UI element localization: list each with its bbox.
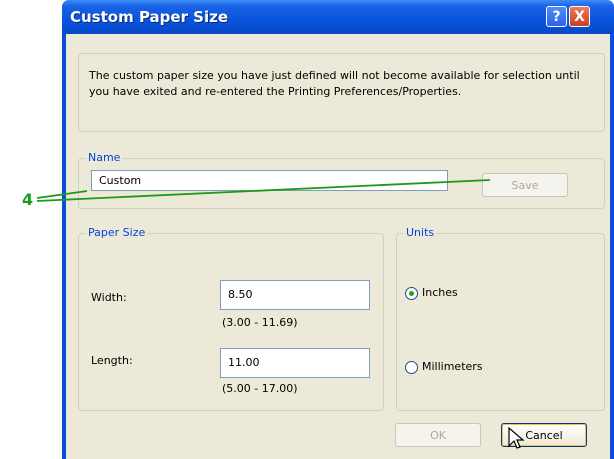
callout-lines	[36, 179, 491, 202]
callout-line-to-name	[36, 190, 88, 199]
callout-line-to-save	[36, 179, 491, 202]
mouse-cursor-icon	[508, 427, 525, 449]
